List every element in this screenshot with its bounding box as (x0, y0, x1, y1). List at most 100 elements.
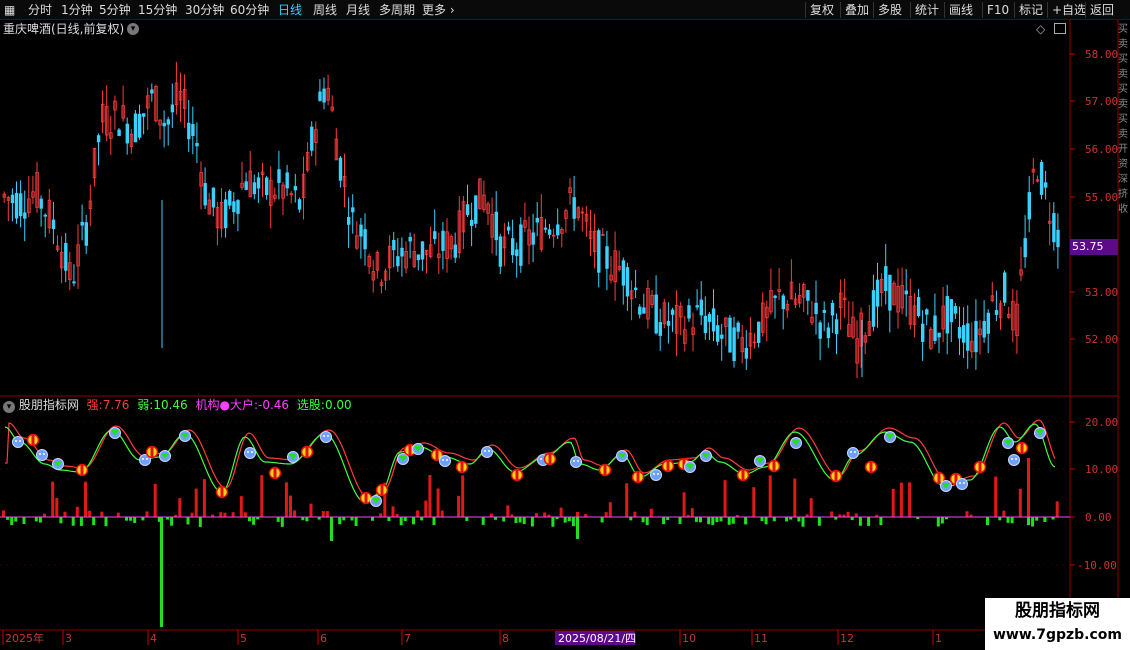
candle-body (433, 231, 437, 240)
inst-bar-up (649, 508, 653, 517)
candle-body (830, 302, 835, 316)
buy-signal-mark (978, 462, 982, 472)
price-label: 55.00 (1085, 191, 1118, 204)
date-label: 8 (502, 632, 509, 645)
inst-bar-up (608, 502, 612, 517)
inst-bar-up (899, 482, 903, 517)
buy-signal-mark (741, 470, 745, 480)
warn-signal-eye (146, 458, 148, 460)
inst-bar-down (403, 517, 407, 521)
candle-body (1044, 182, 1048, 188)
inst-bar-down (280, 517, 284, 527)
price-label: 56.00 (1085, 143, 1118, 156)
strong-value: 7.76 (102, 398, 130, 412)
candle-body (195, 142, 199, 147)
buy-signal-mark (380, 485, 384, 495)
inst-bar-down (551, 517, 555, 527)
candle-body (396, 256, 400, 267)
inst-bar-down (133, 517, 137, 524)
inst-bar-down (576, 517, 579, 539)
inst-bar-up (891, 488, 895, 517)
indicator-name[interactable]: 股朋指标网 (19, 398, 79, 412)
inst-bar-down (940, 517, 944, 524)
inst-bar-down (330, 517, 333, 541)
inst-bar-down (731, 517, 735, 524)
inst-bar-down (518, 517, 522, 523)
warn-signal-eye (850, 451, 852, 453)
candle-body (84, 222, 88, 246)
inst-bar-up (202, 479, 206, 517)
date-label: 7 (404, 632, 411, 645)
inst-bar-down (387, 517, 391, 522)
inst-bar-down (22, 517, 26, 524)
inst-bar-down (514, 517, 518, 524)
warn-signal-eye (251, 451, 253, 453)
warn-signal-icon (650, 469, 662, 481)
buy-signal-mark (220, 487, 224, 497)
inst-bar-down (694, 517, 698, 522)
warn-signal-eye (1015, 458, 1017, 460)
inst-bar-down (198, 517, 202, 527)
candle-body (625, 267, 630, 297)
inst-bar-up (682, 492, 686, 517)
candle-body (203, 183, 207, 206)
inst-bar-down (567, 517, 571, 522)
date-label: 11 (754, 632, 768, 645)
warn-signal-eye (39, 453, 41, 455)
candle-body (834, 319, 839, 335)
candle-body (875, 279, 880, 307)
inst-bar-down (530, 517, 534, 527)
inst-bar-down (641, 517, 645, 523)
inst-bar-up (604, 512, 608, 517)
inst-bar-up (428, 475, 432, 517)
candle-body (818, 322, 822, 339)
inst-bar-down (252, 517, 256, 525)
inst-bar-up (424, 500, 428, 517)
candle-body (465, 204, 470, 216)
inst-bar-down (571, 517, 575, 527)
inst-bar-down (522, 517, 526, 525)
inst-bar-up (752, 487, 756, 517)
candle-body (51, 219, 56, 230)
strong-label: 强: (86, 398, 103, 412)
candle-body (14, 192, 19, 219)
candle-body (318, 91, 322, 101)
inst-bar-down (160, 517, 163, 627)
warn-signal-eye (19, 440, 21, 442)
candle-body (23, 212, 27, 219)
inst-bar-down (125, 517, 128, 521)
inst-bar-up (231, 512, 235, 517)
inst-bar-up (506, 505, 510, 517)
buy-signal-mark (364, 493, 368, 503)
candle-body (228, 190, 232, 206)
candle-body (720, 334, 724, 339)
inst-bar-up (116, 512, 120, 517)
buy-signal-mark (515, 470, 519, 480)
buy-signal-mark (305, 447, 309, 457)
candle-body (687, 305, 691, 319)
buy-signal-mark (80, 465, 84, 475)
candle-body (925, 309, 929, 315)
inst-bar-down (338, 517, 342, 525)
candle-body (711, 308, 716, 332)
candle-body (506, 226, 511, 231)
indicator-menu-icon[interactable]: ▾ (3, 401, 15, 413)
chart-canvas[interactable]: 58.0057.0056.0055.0054.0053.0052.0020.00… (0, 0, 1130, 650)
inst-bar-down (59, 517, 63, 524)
inst-bar-down (760, 517, 764, 522)
candle-body (191, 124, 195, 136)
inst-bar-down (772, 517, 776, 522)
inst-bar-down (727, 517, 731, 525)
price-label: 52.00 (1085, 333, 1118, 346)
inst-bar-up (793, 478, 797, 517)
candle-body (966, 323, 970, 351)
warn-signal-icon (36, 449, 48, 461)
inst-bar-up (219, 512, 223, 517)
warn-signal-icon (481, 446, 493, 458)
candle-body (826, 327, 831, 339)
inst-bar-down (858, 517, 862, 526)
candle-body (556, 224, 560, 236)
candle-body (338, 157, 343, 181)
candle-body (888, 274, 892, 311)
candle-body (39, 198, 43, 209)
